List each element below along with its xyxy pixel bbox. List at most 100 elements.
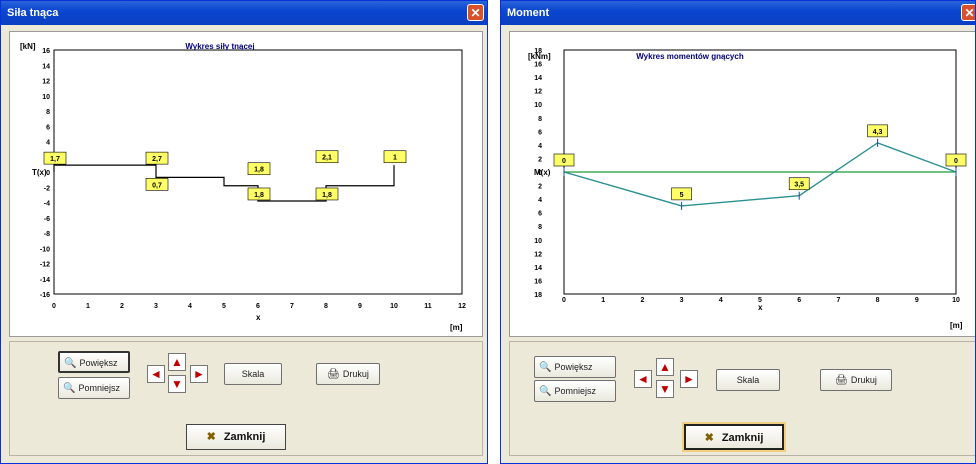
pan-left-button[interactable]: ◄ — [634, 370, 652, 388]
value-label: 1,7 — [50, 156, 60, 163]
y-tick-label: -12 — [40, 262, 50, 269]
y-tick-label: -14 — [40, 277, 50, 284]
moment-line — [563, 142, 957, 207]
x-tick-label: 5 — [222, 303, 226, 310]
shear-force-line — [53, 164, 395, 202]
print-button[interactable]: 🖨 Drukuj — [316, 363, 380, 385]
close-window-button[interactable]: ✖ Zamknij — [186, 424, 286, 450]
x-tick-label: 1 — [601, 297, 605, 304]
window-title: Siła tnąca — [7, 7, 59, 19]
x-tick-label: 0 — [52, 303, 56, 310]
y-axis-label: M(x) — [534, 168, 551, 177]
print-button[interactable]: 🖨 Drukuj — [820, 369, 892, 391]
y-tick-label: -10 — [40, 246, 50, 253]
title-bar[interactable]: Siła tnąca — [1, 1, 487, 25]
value-label: 2,1 — [322, 155, 332, 162]
y-tick-label: 8 — [538, 224, 542, 231]
y-tick-label: 14 — [534, 265, 542, 272]
shear-chart: [kN] Wykres siły tnącejT(x)x[m]1614121086… — [20, 42, 466, 332]
close-window-button[interactable]: ✖ Zamknij — [684, 424, 784, 450]
zoom-out-button[interactable]: 🔍 Pomniejsz — [534, 380, 616, 402]
value-label: 5 — [680, 192, 684, 199]
pan-left-button[interactable]: ◄ — [147, 365, 165, 383]
print-label: Drukuj — [342, 369, 369, 379]
y-tick-label: 4 — [46, 140, 50, 147]
pan-up-button[interactable]: ▲ — [656, 358, 674, 376]
chart-title: Wykres siły tnącej — [185, 42, 254, 51]
y-axis-label: T(x) — [32, 168, 47, 177]
moment-plot-panel: [kNm] Wykres momentów gnących M(x) x [m] 18 16… — [509, 31, 975, 337]
magnifier-plus-icon: 🔍 — [64, 358, 77, 369]
magnifier-minus-icon: 🔍 — [539, 386, 552, 397]
scale-button[interactable]: Skala — [224, 363, 282, 385]
close-label: Zamknij — [721, 432, 764, 444]
magnifier-plus-icon: 🔍 — [539, 362, 552, 373]
print-label: Drukuj — [850, 375, 877, 385]
zoom-in-button[interactable]: 🔍 Powiększ — [58, 351, 130, 373]
value-label: 2,7 — [152, 156, 162, 163]
y-tick-label: 18 — [534, 292, 542, 299]
y-tick-label: 10 — [534, 102, 542, 109]
y-tick-label: 6 — [538, 211, 542, 218]
value-label: 0 — [954, 158, 958, 165]
pan-right-button[interactable]: ► — [190, 365, 208, 383]
y-tick-label: -6 — [44, 216, 50, 223]
y-tick-label: 8 — [538, 116, 542, 123]
x-tick-label: 12 — [458, 303, 466, 310]
magnifier-minus-icon: 🔍 — [63, 383, 76, 394]
pan-down-button[interactable]: ▼ — [168, 375, 186, 393]
x-tick-label: 10 — [952, 297, 960, 304]
x-tick-label: 8 — [876, 297, 880, 304]
value-label: 1,8 — [254, 192, 264, 199]
x-unit-label: [m] — [950, 321, 963, 330]
zoom-out-label: Pomniejsz — [78, 383, 120, 393]
x-unit-label: [m] — [450, 323, 463, 332]
x-tick-label: 3 — [154, 303, 158, 310]
y-unit-label: [kN] — [20, 42, 36, 51]
x-tick-label: 7 — [290, 303, 294, 310]
pan-up-button[interactable]: ▲ — [168, 353, 186, 371]
button-panel: 🔍 Powiększ 🔍 Pomniejsz ◄ ▲ ▼ ► Skala 🖨 Druk… — [9, 341, 483, 456]
chart-title: Wykres momentów gnących — [636, 52, 744, 61]
x-tick-label: 9 — [358, 303, 362, 310]
y-tick-label: 12 — [42, 79, 50, 86]
pan-down-button[interactable]: ▼ — [656, 380, 674, 398]
y-tick-label: 14 — [42, 63, 50, 70]
x-tick-label: 2 — [120, 303, 124, 310]
moment-chart: [kNm] Wykres momentów gnącychM(x)x[m]1816… — [528, 48, 967, 330]
title-bar[interactable]: Moment — [501, 1, 975, 25]
x-tick-label: 1 — [86, 303, 90, 310]
close-icon[interactable]: ✕ — [961, 4, 975, 21]
y-tick-label: 8 — [46, 109, 50, 116]
zoom-in-button[interactable]: 🔍 Powiększ — [534, 356, 616, 378]
button-panel: 🔍 Powiększ 🔍 Pomniejsz ◄ ▲ ▼ ► Skala 🖨 Druk… — [509, 341, 975, 456]
value-label: 0,7 — [152, 182, 162, 189]
y-tick-label: 18 — [534, 48, 542, 55]
x-tick-label: 8 — [324, 303, 328, 310]
close-sign-icon: ✖ — [704, 432, 714, 444]
y-tick-label: 4 — [538, 197, 542, 204]
x-axis-label: x — [758, 303, 763, 312]
close-sign-icon: ✖ — [206, 431, 216, 443]
value-label: 0 — [562, 158, 566, 165]
x-tick-label: 0 — [562, 297, 566, 304]
x-tick-label: 5 — [758, 297, 762, 304]
y-tick-label: 16 — [534, 278, 542, 285]
printer-icon: 🖨 — [327, 369, 340, 380]
y-tick-label: 4 — [538, 143, 542, 150]
x-tick-label: 11 — [424, 303, 432, 310]
pan-right-button[interactable]: ► — [680, 370, 698, 388]
value-label: 1 — [393, 155, 397, 162]
zoom-out-button[interactable]: 🔍 Pomniejsz — [58, 377, 130, 399]
x-tick-label: 4 — [188, 303, 192, 310]
y-tick-label: 0 — [46, 170, 50, 177]
y-tick-label: 2 — [538, 184, 542, 191]
close-icon[interactable]: ✕ — [467, 4, 484, 21]
y-tick-label: 10 — [534, 238, 542, 245]
shear-force-window: Siła tnąca ✕ [kN] Wykres siły tnącej T(x) x… — [0, 0, 488, 464]
x-tick-label: 9 — [915, 297, 919, 304]
y-tick-label: 16 — [534, 62, 542, 69]
close-label: Zamknij — [223, 431, 266, 443]
y-tick-label: 0 — [538, 170, 542, 177]
scale-button[interactable]: Skala — [716, 369, 780, 391]
